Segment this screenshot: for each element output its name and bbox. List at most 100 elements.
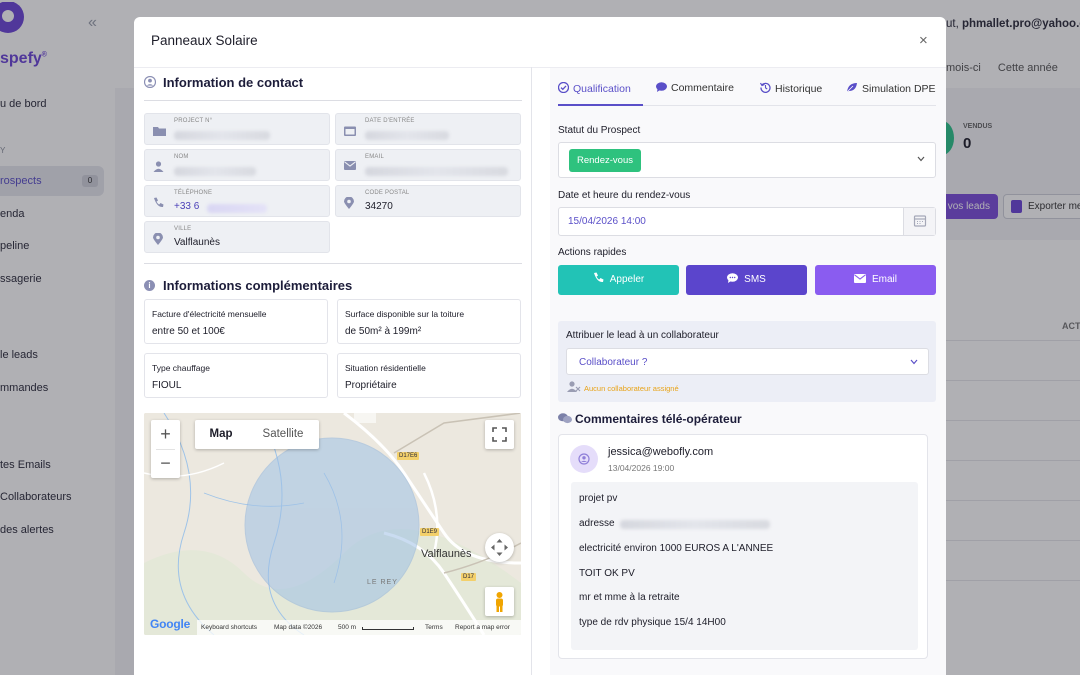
info-residential-status: Situation résidentielle Propriétaire [337,353,521,398]
road-label: D17E6 [397,452,420,460]
avatar [570,445,598,473]
road-label: D1E9 [420,528,440,536]
rdv-label: Date et heure du rendez-vous [558,190,691,201]
status-label: Statut du Prospect [558,125,641,136]
user-circle-icon [144,76,156,88]
calendar-icon [344,125,357,136]
city-value: Valflaunès [174,237,220,248]
chevron-down-icon [917,156,925,162]
scale-label[interactable]: 500 m [338,620,356,635]
google-logo: Google [150,617,191,631]
report-map-error-link[interactable]: Report a map error [455,620,510,635]
user-icon [153,161,166,172]
redacted-value [620,520,770,529]
right-pane: Qualification Commentaire Historique Sim… [550,68,946,675]
map-place-label: Valflaunès [421,548,472,560]
phone-icon [593,272,604,283]
collaborator-select[interactable]: Collaborateur ? [566,348,929,375]
pan-arrows-icon [491,539,508,556]
field-city: VILLE Valflaunès [144,221,330,253]
location-map[interactable]: D17E6 D1E9 D17 Valflaunès LE REY + − Map… [144,413,521,635]
comment-author: jessica@webofly.com [608,446,714,458]
email-button[interactable]: Email [815,265,936,295]
redacted-value [174,167,256,176]
fullscreen-icon [492,427,507,442]
field-email: EMAIL [335,149,521,181]
map-data-label: Map data ©2026 [274,624,323,631]
comment-line: type de rdv physique 15/4 14H00 [579,617,726,628]
no-collaborator-note: Aucun collaborateur assigné [584,384,679,393]
field-postal-code: CODE POSTAL 34270 [335,185,521,217]
comment-line: mr et mme à la retraite [579,592,680,603]
fullscreen-button[interactable] [485,420,514,449]
phone-icon [153,197,166,208]
map-place-small: LE REY [367,579,398,586]
road-label: D17 [461,573,477,581]
zoom-in-button[interactable]: + [151,420,180,449]
tab-historique[interactable]: Historique [759,82,822,95]
map-type-satellite-button[interactable]: Satellite [247,420,319,449]
call-button[interactable]: Appeler [558,265,679,295]
modal-title: Panneaux Solaire [151,33,258,48]
chat-icon [656,82,667,92]
comment-card: jessica@webofly.com 13/04/2026 19:00 pro… [558,434,928,659]
redacted-value [365,167,508,176]
active-tab-indicator [558,104,643,106]
sms-button[interactable]: SMS [686,265,807,295]
map-type-map-button[interactable]: Map [195,420,247,449]
tab-simulation-dpe[interactable]: Simulation DPE [846,82,936,95]
camera-control-button[interactable] [485,533,514,562]
tab-qualification[interactable]: Qualification [557,81,631,95]
comment-date: 13/04/2026 19:00 [608,463,675,473]
calendar-picker-button[interactable] [903,208,935,235]
terms-link[interactable]: Terms [425,620,443,635]
keyboard-shortcuts-link[interactable]: Keyboard shortcuts [201,620,257,635]
zoom-out-button[interactable]: − [151,449,180,478]
rdv-datetime-input[interactable]: 15/04/2026 14:00 [558,207,936,236]
comment-line: TOIT OK PV [579,568,635,579]
prospect-modal: Panneaux Solaire × Information de contac… [134,17,946,675]
status-select[interactable]: Rendez-vous [558,142,936,178]
actions-label: Actions rapides [558,247,627,258]
info-heating-type: Type chauffage FIOUL [144,353,328,398]
map-footer: Keyboard shortcuts Map data ©2026 500 m … [197,620,521,635]
contact-divider [144,100,522,101]
redacted-value [174,131,270,140]
info-electricity-bill: Facture d'électricité mensuelle entre 50… [144,299,328,344]
user-avatar-icon [578,453,590,465]
check-circle-icon [557,81,570,94]
assign-collaborator-box: Attribuer le lead à un collaborateur Col… [558,321,936,402]
zoom-controls: + − [151,420,180,478]
comment-body: projet pv adresse electricité environ 10… [571,482,918,650]
info-icon: i [144,280,155,291]
redacted-value [207,204,267,213]
assign-label: Attribuer le lead à un collaborateur [566,330,719,341]
map-pin-icon [344,196,357,209]
field-name: NOM [144,149,330,181]
field-entry-date: DATE D'ENTRÉE [335,113,521,145]
info-roof-surface: Surface disponible sur la toiture de 50m… [337,299,521,344]
tab-commentaire[interactable]: Commentaire [656,82,734,94]
comment-line: adresse [579,518,615,529]
comments-section-title: Commentaires télé-opérateur [575,412,742,426]
collaborator-placeholder: Collaborateur ? [579,357,648,368]
field-project-number: PROJECT N° [144,113,330,145]
street-view-button[interactable] [485,587,514,616]
calendar-icon [913,215,927,227]
chevron-down-icon [910,359,918,365]
pane-divider [531,67,532,675]
map-pin-icon [153,232,166,245]
phone-link[interactable]: +33 6 [174,201,199,212]
redacted-value [365,131,449,140]
folder-icon [153,125,166,136]
comment-line: electricité environ 1000 EUROS A L'ANNEE [579,543,774,554]
scale-bar [362,627,414,630]
close-icon[interactable]: × [919,32,928,49]
section-divider [144,263,522,264]
extra-section-title: Informations complémentaires [163,278,353,293]
user-slash-icon [567,381,581,392]
message-icon [727,273,739,283]
envelope-icon [344,161,357,172]
postal-code-value: 34270 [365,201,393,212]
leaf-icon [846,83,857,93]
